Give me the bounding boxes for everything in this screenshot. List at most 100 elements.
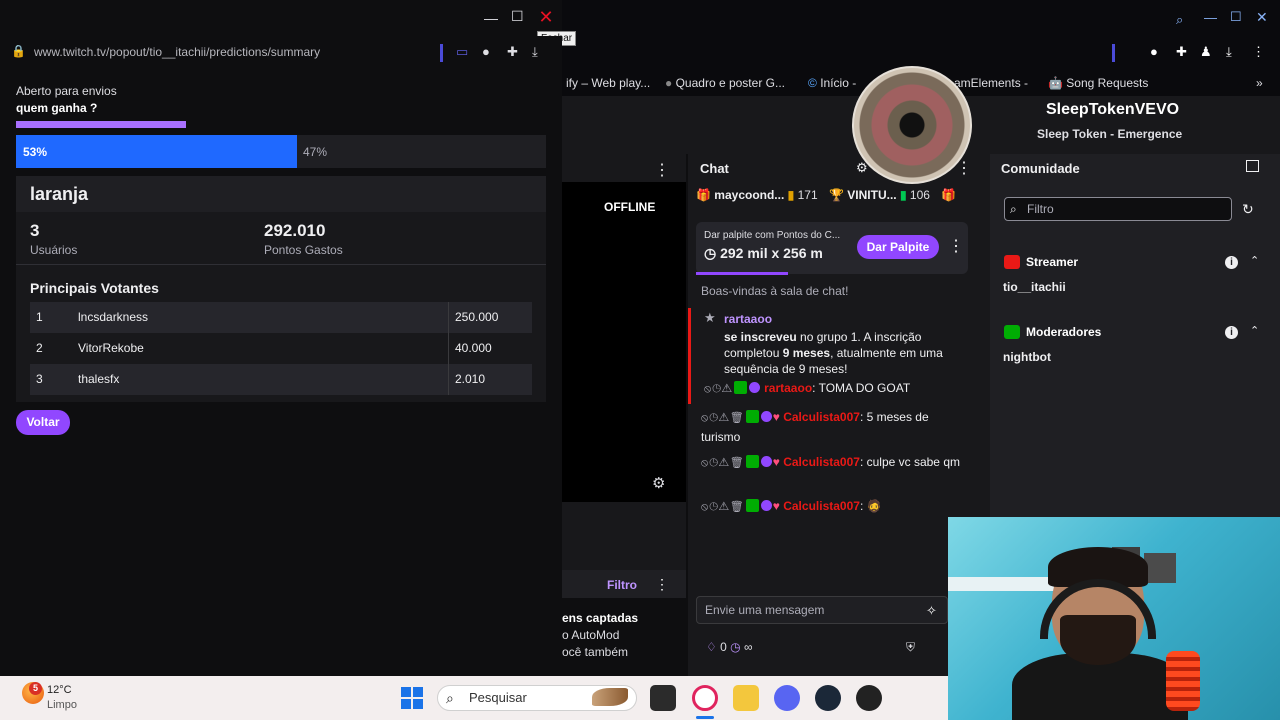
points-spent-label: Pontos Gastos (264, 243, 343, 257)
puzzle-icon[interactable]: ✚ (1176, 44, 1187, 60)
channel-points-icon[interactable]: ♢ (706, 640, 717, 654)
taskbar-search-label: Pesquisar (469, 690, 527, 705)
chat-message: ⦸◷⚠🗑 ♥ Calculista007: 🧔 (701, 497, 971, 517)
bookmark-streamelements[interactable]: amElements - (954, 76, 1028, 90)
steam-icon[interactable] (815, 685, 841, 711)
cast-icon[interactable]: ▭ (456, 44, 468, 60)
bookmark-spotify[interactable]: ify – Web play... (566, 76, 650, 90)
chevron-up-icon[interactable]: ⌃ (1250, 324, 1259, 337)
emote-picker-icon[interactable]: ✧ (926, 603, 937, 619)
chevron-up-icon[interactable]: ⌃ (1250, 254, 1259, 267)
community-filter-input[interactable]: Filtro (1004, 197, 1232, 221)
obs-icon[interactable] (856, 685, 882, 711)
weather-temperature[interactable]: 12°C (47, 684, 72, 696)
download-icon[interactable]: ⤓ (532, 44, 538, 60)
voter-points: 40.000 (455, 341, 492, 355)
bookmark-label: Quadro e poster G... (675, 76, 785, 90)
extension-icon[interactable]: ● (482, 44, 490, 59)
chat-message-input[interactable]: Envie uma mensagem (696, 596, 948, 624)
more-options-icon[interactable]: ⋮ (654, 160, 670, 180)
subscriber-badge-icon (760, 411, 772, 422)
prediction-status: Aberto para envios (16, 84, 117, 98)
chat-username[interactable]: Calculista007 (783, 499, 860, 513)
gear-icon[interactable]: ⚙ (652, 474, 665, 492)
chat-text: : (859, 499, 864, 513)
mod-action-icons[interactable]: ⦸◷⚠🗑 (701, 412, 745, 424)
video-player[interactable] (562, 182, 686, 502)
column-divider (448, 364, 449, 395)
maximize-icon[interactable]: ☐ (1230, 9, 1242, 25)
place-bet-button[interactable]: Dar Palpite (857, 235, 939, 259)
minimize-icon[interactable]: — (1204, 10, 1217, 25)
gift-count: 171 (797, 188, 818, 202)
info-icon[interactable]: i (1225, 256, 1238, 269)
popout-titlebar (0, 0, 562, 36)
moderator-badge-icon (745, 455, 759, 468)
maximize-icon[interactable]: ☐ (511, 8, 524, 25)
url-text[interactable]: www.twitch.tv/popout/tio__itachii/predic… (34, 45, 320, 59)
info-icon[interactable]: i (1225, 326, 1238, 339)
search-highlight-image (592, 688, 628, 706)
top-voters-title: Principais Votantes (30, 280, 159, 296)
bookmark-inicio[interactable]: © Início - (808, 76, 856, 90)
channel-points-value: 0 (720, 640, 727, 654)
profile-icon[interactable]: ♟ (1200, 44, 1212, 60)
voter-points: 250.000 (455, 310, 499, 324)
bot-icon: 🤖 (1048, 76, 1067, 90)
discord-icon[interactable] (774, 685, 800, 711)
chat-username[interactable]: Calculista007 (783, 455, 860, 469)
search-icon[interactable]: ⌕ (1176, 12, 1183, 28)
bookmark-song-requests[interactable]: 🤖 Song Requests (1048, 76, 1148, 90)
streamer-name[interactable]: tio__itachii (1003, 280, 1066, 294)
chat-text: : TOMA DO GOAT (812, 381, 911, 395)
download-icon[interactable]: ⤓ (1226, 44, 1232, 60)
more-options-icon[interactable]: ⋮ (948, 236, 964, 256)
terminal-app-icon[interactable] (650, 685, 676, 711)
collapse-panel-icon[interactable] (1246, 160, 1259, 172)
shelf (948, 577, 1058, 591)
windows-start-icon[interactable] (401, 687, 423, 709)
close-window-button[interactable]: ✕ (532, 7, 560, 31)
prediction-timer-bar (16, 121, 186, 128)
chat-message: ⦸◷⚠🗑 ♥ Calculista007: culpe vc sabe qm (701, 453, 971, 473)
sub-text-part: se inscreveu (724, 330, 797, 344)
puzzle-icon[interactable]: ✚ (507, 44, 518, 60)
weather-description[interactable]: Limpo (47, 699, 77, 711)
more-options-icon[interactable]: ⋮ (655, 576, 669, 593)
minimize-icon[interactable]: — (484, 10, 498, 26)
back-button[interactable]: Voltar (16, 410, 70, 435)
percent-outcome-b: 47% (303, 145, 328, 159)
heart-badge-icon: ♥ (772, 499, 780, 513)
chat-username[interactable]: Calculista007 (783, 410, 860, 424)
channel-points: ♢ 0 ◷ ∞ (706, 640, 753, 654)
extension-icon[interactable]: ● (1150, 44, 1158, 59)
automod-filter-button[interactable]: Filtro (607, 578, 637, 592)
percent-outcome-a: 53% (23, 145, 48, 159)
moderator-sword-icon (1004, 325, 1020, 339)
chat-username[interactable]: rartaaoo (764, 381, 812, 395)
bookmark-quadro[interactable]: ● Quadro e poster G... (665, 76, 785, 90)
chevron-right-icon[interactable]: » (1256, 76, 1263, 90)
file-explorer-icon[interactable] (733, 685, 759, 711)
infinity-value: ∞ (743, 640, 753, 654)
refresh-icon[interactable]: ↻ (1242, 201, 1254, 218)
opera-browser-icon[interactable] (692, 685, 718, 711)
sub-username[interactable]: rartaaoo (724, 312, 772, 326)
users-label: Usuários (30, 243, 78, 257)
subscriber-badge-icon (760, 500, 772, 511)
gifter-name[interactable]: VINITU... (847, 188, 896, 202)
chat-title: Chat (700, 161, 729, 176)
mod-action-icons[interactable]: ⦸◷⚠ (704, 383, 733, 395)
chat-text: : culpe vc sabe qm (859, 455, 960, 469)
mod-action-icons[interactable]: ⦸◷⚠🗑 (701, 457, 745, 469)
mod-action-icons[interactable]: ⦸◷⚠🗑 (701, 501, 745, 513)
now-playing-track: Sleep Token - Emergence (1037, 127, 1183, 141)
moderator-badge-icon (745, 499, 759, 512)
lock-icon[interactable]: 🔒 (11, 44, 26, 58)
menu-icon[interactable]: ⋮ (1252, 44, 1265, 60)
shield-icon[interactable]: ⛨ (906, 640, 915, 655)
close-icon[interactable]: ✕ (1256, 9, 1268, 26)
gifter-name[interactable]: maycoond... (714, 188, 784, 202)
prediction-progress (696, 272, 788, 275)
moderator-name[interactable]: nightbot (1003, 350, 1051, 364)
